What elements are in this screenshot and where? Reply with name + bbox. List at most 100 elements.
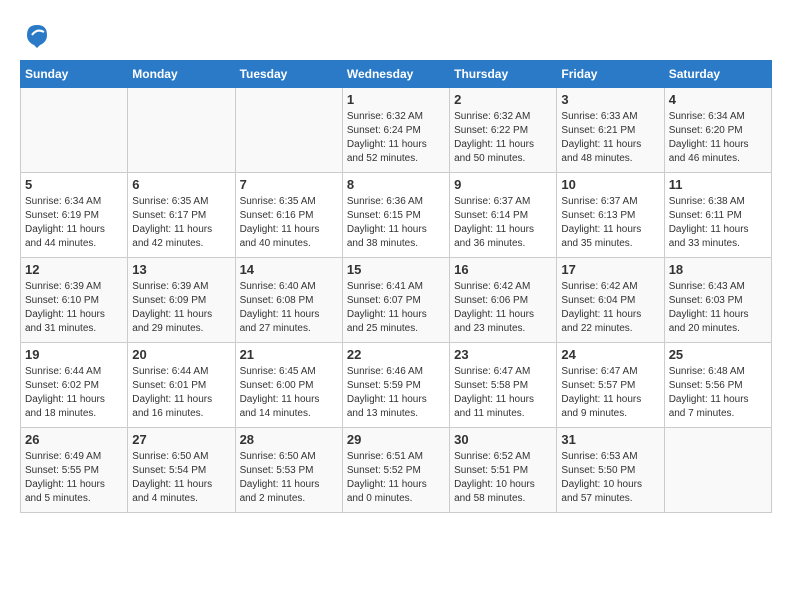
day-info: Sunrise: 6:37 AMSunset: 6:14 PMDaylight:… <box>454 195 552 251</box>
calendar-week-row: 26 Sunrise: 6:49 AMSunset: 5:55 PMDayligh… <box>21 428 772 513</box>
calendar-week-row: 19 Sunrise: 6:44 AMSunset: 6:02 PMDayligh… <box>21 343 772 428</box>
calendar-cell: 27 Sunrise: 6:50 AMSunset: 5:54 PMDayligh… <box>128 428 235 513</box>
day-info: Sunrise: 6:45 AMSunset: 6:00 PMDaylight:… <box>240 365 338 421</box>
day-number: 20 <box>132 347 230 362</box>
day-number: 27 <box>132 432 230 447</box>
day-number: 29 <box>347 432 445 447</box>
calendar-cell: 7 Sunrise: 6:35 AMSunset: 6:16 PMDaylight… <box>235 173 342 258</box>
calendar-cell: 25 Sunrise: 6:48 AMSunset: 5:56 PMDayligh… <box>664 343 771 428</box>
calendar-cell: 22 Sunrise: 6:46 AMSunset: 5:59 PMDayligh… <box>342 343 449 428</box>
day-number: 25 <box>669 347 767 362</box>
calendar-cell <box>128 88 235 173</box>
calendar-cell: 19 Sunrise: 6:44 AMSunset: 6:02 PMDayligh… <box>21 343 128 428</box>
day-info: Sunrise: 6:51 AMSunset: 5:52 PMDaylight:… <box>347 450 445 506</box>
calendar-cell: 5 Sunrise: 6:34 AMSunset: 6:19 PMDaylight… <box>21 173 128 258</box>
day-info: Sunrise: 6:50 AMSunset: 5:53 PMDaylight:… <box>240 450 338 506</box>
day-info: Sunrise: 6:36 AMSunset: 6:15 PMDaylight:… <box>347 195 445 251</box>
day-info: Sunrise: 6:52 AMSunset: 5:51 PMDaylight:… <box>454 450 552 506</box>
calendar-cell: 23 Sunrise: 6:47 AMSunset: 5:58 PMDayligh… <box>450 343 557 428</box>
day-of-week-header: Wednesday <box>342 61 449 88</box>
day-number: 22 <box>347 347 445 362</box>
day-number: 18 <box>669 262 767 277</box>
day-info: Sunrise: 6:35 AMSunset: 6:17 PMDaylight:… <box>132 195 230 251</box>
day-info: Sunrise: 6:42 AMSunset: 6:06 PMDaylight:… <box>454 280 552 336</box>
day-number: 4 <box>669 92 767 107</box>
calendar-cell: 29 Sunrise: 6:51 AMSunset: 5:52 PMDayligh… <box>342 428 449 513</box>
day-info: Sunrise: 6:39 AMSunset: 6:10 PMDaylight:… <box>25 280 123 336</box>
day-number: 8 <box>347 177 445 192</box>
day-number: 17 <box>561 262 659 277</box>
calendar-table: SundayMondayTuesdayWednesdayThursdayFrid… <box>20 60 772 513</box>
calendar-cell: 20 Sunrise: 6:44 AMSunset: 6:01 PMDayligh… <box>128 343 235 428</box>
calendar-cell: 13Sunrise: 6:39 AMSunset: 6:09 PMDayligh… <box>128 258 235 343</box>
calendar-cell: 10 Sunrise: 6:37 AMSunset: 6:13 PMDayligh… <box>557 173 664 258</box>
day-of-week-header: Sunday <box>21 61 128 88</box>
calendar-cell: 16 Sunrise: 6:42 AMSunset: 6:06 PMDayligh… <box>450 258 557 343</box>
day-number: 19 <box>25 347 123 362</box>
day-info: Sunrise: 6:34 AMSunset: 6:20 PMDaylight:… <box>669 110 767 166</box>
page-header <box>20 20 772 50</box>
calendar-cell <box>21 88 128 173</box>
day-number: 7 <box>240 177 338 192</box>
day-number: 13 <box>132 262 230 277</box>
calendar-cell: 21 Sunrise: 6:45 AMSunset: 6:00 PMDayligh… <box>235 343 342 428</box>
day-info: Sunrise: 6:53 AMSunset: 5:50 PMDaylight:… <box>561 450 659 506</box>
day-info: Sunrise: 6:50 AMSunset: 5:54 PMDaylight:… <box>132 450 230 506</box>
day-number: 12 <box>25 262 123 277</box>
day-info: Sunrise: 6:37 AMSunset: 6:13 PMDaylight:… <box>561 195 659 251</box>
day-of-week-header: Saturday <box>664 61 771 88</box>
logo <box>20 20 52 50</box>
day-number: 26 <box>25 432 123 447</box>
day-info: Sunrise: 6:44 AMSunset: 6:02 PMDaylight:… <box>25 365 123 421</box>
day-info: Sunrise: 6:48 AMSunset: 5:56 PMDaylight:… <box>669 365 767 421</box>
day-number: 28 <box>240 432 338 447</box>
day-info: Sunrise: 6:34 AMSunset: 6:19 PMDaylight:… <box>25 195 123 251</box>
calendar-cell: 4 Sunrise: 6:34 AMSunset: 6:20 PMDaylight… <box>664 88 771 173</box>
calendar-week-row: 1 Sunrise: 6:32 AMSunset: 6:24 PMDaylight… <box>21 88 772 173</box>
day-number: 23 <box>454 347 552 362</box>
calendar-cell: 12 Sunrise: 6:39 AMSunset: 6:10 PMDayligh… <box>21 258 128 343</box>
calendar-cell: 26 Sunrise: 6:49 AMSunset: 5:55 PMDayligh… <box>21 428 128 513</box>
logo-icon <box>22 20 52 50</box>
day-info: Sunrise: 6:32 AMSunset: 6:24 PMDaylight:… <box>347 110 445 166</box>
day-of-week-header: Tuesday <box>235 61 342 88</box>
day-of-week-header: Monday <box>128 61 235 88</box>
day-number: 24 <box>561 347 659 362</box>
calendar-cell <box>664 428 771 513</box>
calendar-cell: 30 Sunrise: 6:52 AMSunset: 5:51 PMDayligh… <box>450 428 557 513</box>
day-info: Sunrise: 6:44 AMSunset: 6:01 PMDaylight:… <box>132 365 230 421</box>
day-info: Sunrise: 6:32 AMSunset: 6:22 PMDaylight:… <box>454 110 552 166</box>
day-info: Sunrise: 6:35 AMSunset: 6:16 PMDaylight:… <box>240 195 338 251</box>
day-info: Sunrise: 6:42 AMSunset: 6:04 PMDaylight:… <box>561 280 659 336</box>
day-number: 3 <box>561 92 659 107</box>
day-number: 11 <box>669 177 767 192</box>
calendar-week-row: 12 Sunrise: 6:39 AMSunset: 6:10 PMDayligh… <box>21 258 772 343</box>
day-number: 31 <box>561 432 659 447</box>
day-info: Sunrise: 6:33 AMSunset: 6:21 PMDaylight:… <box>561 110 659 166</box>
day-number: 30 <box>454 432 552 447</box>
calendar-cell: 3 Sunrise: 6:33 AMSunset: 6:21 PMDaylight… <box>557 88 664 173</box>
day-of-week-header: Thursday <box>450 61 557 88</box>
day-number: 6 <box>132 177 230 192</box>
calendar-cell: 24 Sunrise: 6:47 AMSunset: 5:57 PMDayligh… <box>557 343 664 428</box>
day-number: 5 <box>25 177 123 192</box>
calendar-cell: 8 Sunrise: 6:36 AMSunset: 6:15 PMDaylight… <box>342 173 449 258</box>
calendar-cell: 15Sunrise: 6:41 AMSunset: 6:07 PMDayligh… <box>342 258 449 343</box>
calendar-cell: 11Sunrise: 6:38 AMSunset: 6:11 PMDayligh… <box>664 173 771 258</box>
calendar-cell: 28 Sunrise: 6:50 AMSunset: 5:53 PMDayligh… <box>235 428 342 513</box>
day-number: 2 <box>454 92 552 107</box>
day-number: 16 <box>454 262 552 277</box>
day-info: Sunrise: 6:43 AMSunset: 6:03 PMDaylight:… <box>669 280 767 336</box>
day-number: 14 <box>240 262 338 277</box>
calendar-cell <box>235 88 342 173</box>
day-of-week-header: Friday <box>557 61 664 88</box>
day-info: Sunrise: 6:47 AMSunset: 5:57 PMDaylight:… <box>561 365 659 421</box>
day-info: Sunrise: 6:47 AMSunset: 5:58 PMDaylight:… <box>454 365 552 421</box>
day-number: 21 <box>240 347 338 362</box>
day-number: 1 <box>347 92 445 107</box>
day-info: Sunrise: 6:46 AMSunset: 5:59 PMDaylight:… <box>347 365 445 421</box>
calendar-cell: 1 Sunrise: 6:32 AMSunset: 6:24 PMDaylight… <box>342 88 449 173</box>
calendar-cell: 9Sunrise: 6:37 AMSunset: 6:14 PMDaylight… <box>450 173 557 258</box>
day-info: Sunrise: 6:49 AMSunset: 5:55 PMDaylight:… <box>25 450 123 506</box>
day-number: 10 <box>561 177 659 192</box>
